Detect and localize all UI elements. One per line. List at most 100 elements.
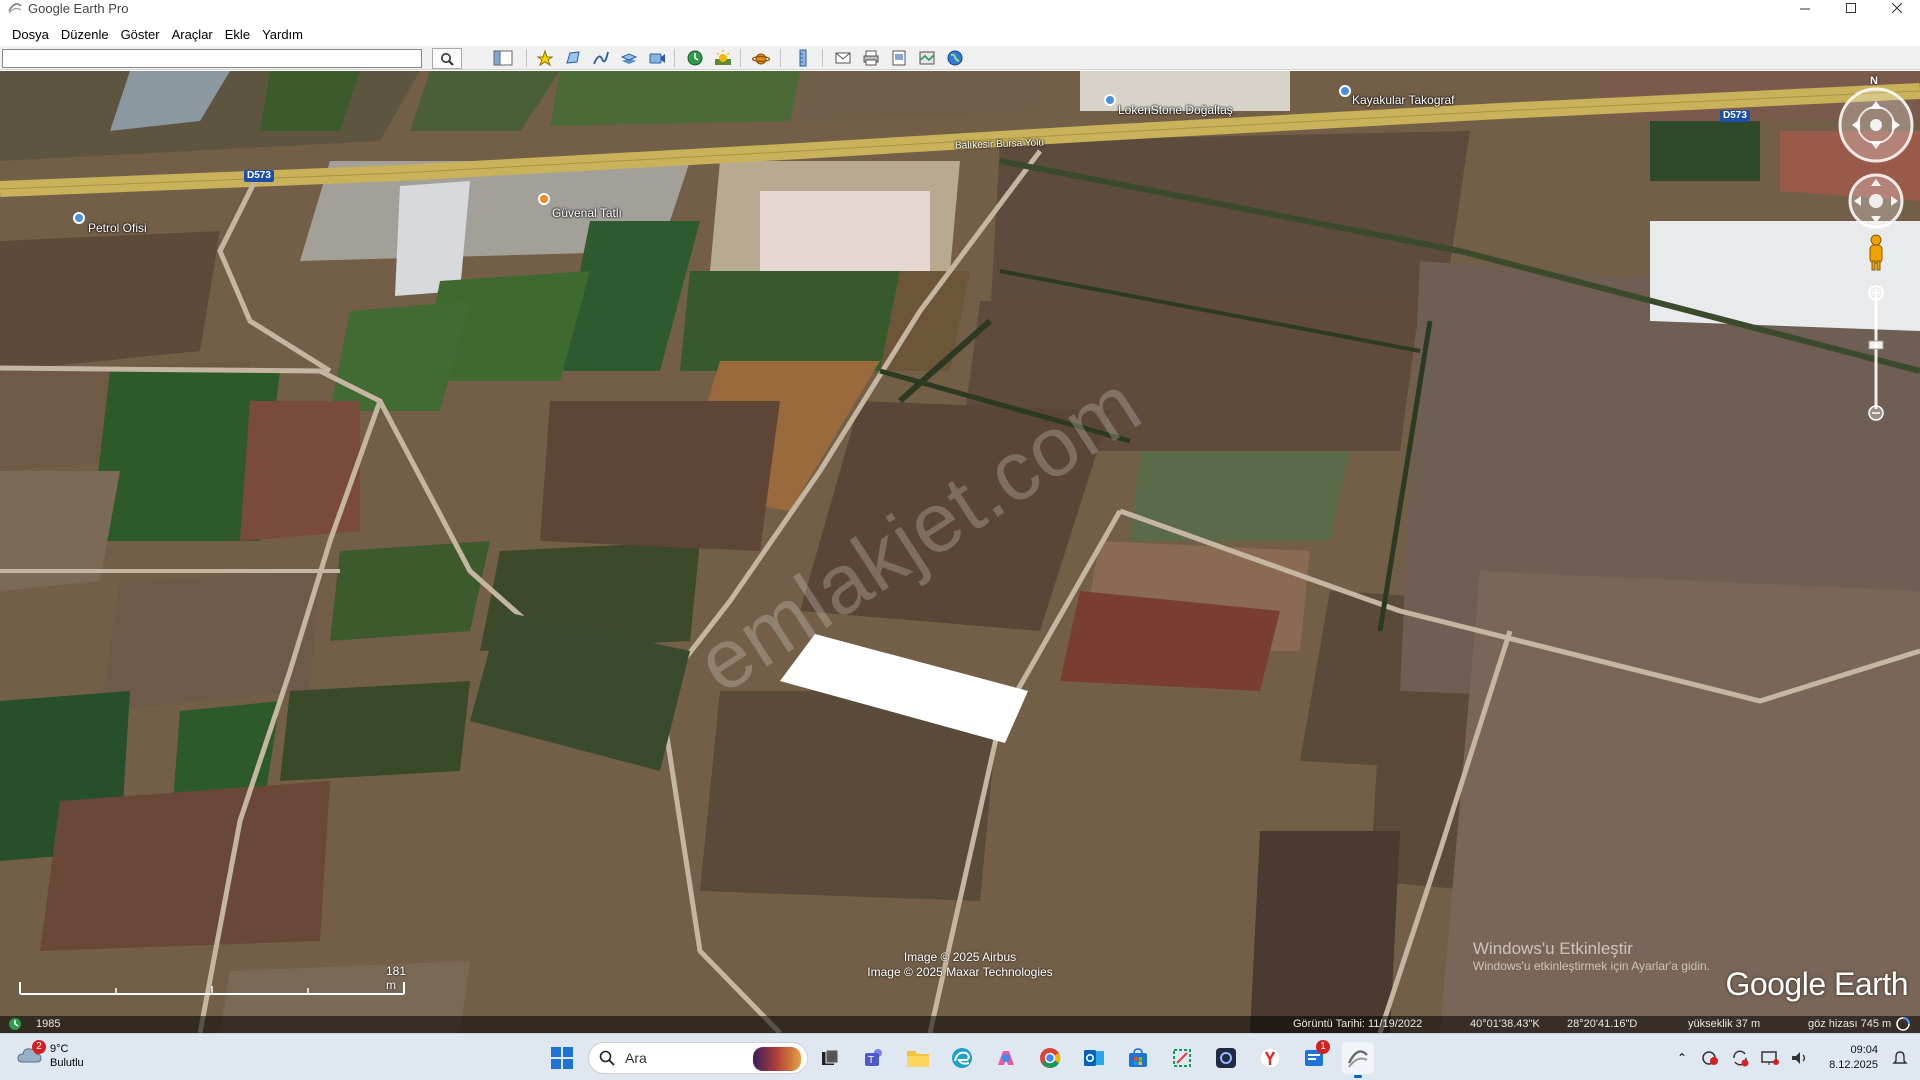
historical-imagery-button[interactable] bbox=[682, 48, 708, 68]
search-icon bbox=[599, 1050, 615, 1066]
edge-icon bbox=[952, 1048, 972, 1068]
imagery-date: Görüntü Tarihi: 11/19/2022 bbox=[1293, 1018, 1423, 1030]
chrome-button[interactable] bbox=[1034, 1042, 1066, 1074]
chrome-icon bbox=[1040, 1048, 1061, 1068]
view-in-maps-icon bbox=[919, 51, 935, 65]
ruler-button[interactable] bbox=[790, 48, 816, 68]
task-view-button[interactable] bbox=[814, 1042, 846, 1074]
status-bar: 1985 Görüntü Tarihi: 11/19/2022 40°01'38… bbox=[0, 1016, 1920, 1033]
notification-app-button[interactable]: 1 bbox=[1298, 1040, 1330, 1074]
sunlight-icon bbox=[715, 50, 731, 65]
search-button[interactable] bbox=[432, 48, 462, 69]
network-icon[interactable] bbox=[1760, 1049, 1782, 1067]
sidebar-toggle-button[interactable] bbox=[490, 48, 516, 68]
earth-icon bbox=[947, 50, 963, 66]
edge-button[interactable] bbox=[946, 1042, 978, 1074]
teams-icon: T bbox=[865, 1049, 882, 1066]
minimize-button[interactable] bbox=[1782, 0, 1828, 16]
menu-file[interactable]: Dosya bbox=[6, 27, 55, 42]
placemark-icon bbox=[536, 49, 554, 67]
sync-icon[interactable] bbox=[1730, 1049, 1752, 1067]
store-icon bbox=[1129, 1048, 1147, 1067]
label-kayakular[interactable]: Kayakular Takograf bbox=[1352, 93, 1455, 107]
store-button[interactable] bbox=[1122, 1042, 1154, 1074]
hand-icon bbox=[1869, 194, 1883, 208]
poi-pin-petrol[interactable] bbox=[73, 212, 85, 224]
email-button[interactable] bbox=[830, 48, 856, 68]
clock[interactable]: 09:04 8.12.2025 bbox=[1829, 1043, 1878, 1073]
add-image-overlay-button[interactable] bbox=[616, 48, 642, 68]
yandex-button[interactable] bbox=[1254, 1042, 1286, 1074]
notifications-icon[interactable] bbox=[1892, 1050, 1908, 1066]
label-petrol-ofisi[interactable]: Petrol Ofisi bbox=[88, 221, 147, 235]
menu-view[interactable]: Göster bbox=[115, 27, 166, 42]
teams-button[interactable]: T bbox=[858, 1042, 890, 1074]
elevation: yükseklik 37 m bbox=[1688, 1018, 1761, 1030]
scale-bar bbox=[19, 982, 405, 995]
poi-pin-guvenal[interactable] bbox=[538, 193, 550, 205]
copilot-button[interactable] bbox=[990, 1042, 1022, 1074]
map-viewport[interactable]: D573 D573 Balıkesir Bursa Yolu Petrol Of… bbox=[0, 71, 1920, 1033]
zoom-slider[interactable] bbox=[1864, 283, 1888, 423]
menu-add[interactable]: Ekle bbox=[219, 27, 256, 42]
move-joystick[interactable] bbox=[1846, 171, 1906, 231]
add-placemark-button[interactable] bbox=[532, 48, 558, 68]
windows-activation-subtitle: Windows'u etkinleştirmek için Ayarlar'a … bbox=[1472, 959, 1710, 973]
earth-button[interactable] bbox=[942, 48, 968, 68]
road-shield-d573-west: D573 bbox=[244, 170, 274, 182]
maximize-button[interactable] bbox=[1828, 0, 1874, 16]
search-input[interactable] bbox=[2, 49, 422, 68]
email-icon bbox=[835, 52, 851, 64]
add-path-button[interactable] bbox=[588, 48, 614, 68]
record-tour-button[interactable] bbox=[644, 48, 670, 68]
media-player-button[interactable] bbox=[1210, 1042, 1242, 1074]
chevron-up-icon[interactable]: ⌃ bbox=[1668, 1051, 1696, 1065]
start-button[interactable] bbox=[546, 1042, 578, 1074]
menu-help[interactable]: Yardım bbox=[256, 27, 309, 42]
historical-imagery-status-icon[interactable] bbox=[8, 1017, 22, 1031]
taskbar-search[interactable]: Ara bbox=[588, 1042, 808, 1074]
file-explorer-button[interactable] bbox=[902, 1042, 934, 1074]
maximize-icon bbox=[1846, 3, 1856, 13]
weather-widget[interactable]: 2 9°C Bulutlu bbox=[16, 1040, 84, 1070]
poi-pin-lokenstone[interactable] bbox=[1104, 94, 1116, 106]
copilot-icon bbox=[998, 1051, 1014, 1065]
view-in-maps-button[interactable] bbox=[914, 48, 940, 68]
sunlight-button[interactable] bbox=[710, 48, 736, 68]
label-lokenstone[interactable]: LokenStone Doğaltaş bbox=[1118, 103, 1233, 117]
menu-edit[interactable]: Düzenle bbox=[55, 27, 115, 42]
media-icon bbox=[1216, 1048, 1236, 1068]
outlook-button[interactable] bbox=[1078, 1042, 1110, 1074]
weather-temp: 9°C bbox=[50, 1043, 69, 1055]
windows-activation-notice: Windows'u Etkinleştir Windows'u etkinleş… bbox=[1473, 939, 1710, 973]
streaming-status-icon bbox=[1896, 1017, 1910, 1031]
label-guvenal-tatli[interactable]: Güvenal Tatlı bbox=[552, 206, 622, 220]
close-icon bbox=[1892, 3, 1902, 13]
security-icon[interactable] bbox=[1700, 1049, 1722, 1067]
save-image-button[interactable] bbox=[886, 48, 912, 68]
close-button[interactable] bbox=[1874, 0, 1920, 16]
snipping-tool-button[interactable] bbox=[1166, 1042, 1198, 1074]
street-view-pegman[interactable] bbox=[1864, 233, 1888, 273]
menu-tools[interactable]: Araçlar bbox=[166, 27, 219, 42]
snipping-icon bbox=[1173, 1049, 1191, 1067]
google-earth-app-icon bbox=[8, 3, 22, 14]
weather-badge: 2 bbox=[32, 1040, 46, 1054]
latitude: 40°01'38.43"K bbox=[1470, 1018, 1540, 1030]
google-earth-taskbar-button[interactable] bbox=[1342, 1042, 1374, 1078]
planets-icon bbox=[752, 53, 770, 65]
start-icon bbox=[551, 1047, 573, 1069]
planets-button[interactable] bbox=[748, 48, 774, 68]
search-icon bbox=[441, 52, 454, 66]
window-controls bbox=[1782, 0, 1920, 16]
volume-icon[interactable] bbox=[1790, 1049, 1812, 1067]
file-explorer-icon bbox=[907, 1051, 929, 1067]
minimize-icon bbox=[1800, 8, 1810, 10]
longitude: 28°20'41.16"D bbox=[1567, 1018, 1638, 1030]
record-tour-icon bbox=[649, 53, 665, 64]
look-joystick[interactable] bbox=[1836, 85, 1916, 165]
print-button[interactable] bbox=[858, 48, 884, 68]
poi-pin-kayakular[interactable] bbox=[1339, 85, 1351, 97]
svg-text:T: T bbox=[868, 1055, 874, 1066]
add-polygon-button[interactable] bbox=[560, 48, 586, 68]
